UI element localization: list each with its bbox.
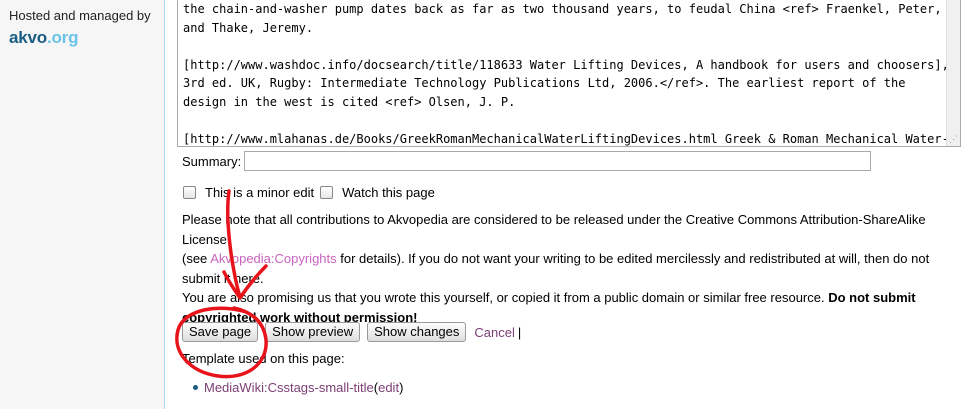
notice-promise: You are also promising us that you wrote… [182, 290, 829, 305]
logo-org: .org [46, 28, 79, 47]
edit-form: the chain-and-washer pump dates back as … [165, 0, 970, 409]
edit-close: ) [399, 380, 404, 395]
templates-heading: Template used on this page: [182, 351, 345, 366]
separator: | [517, 324, 522, 340]
summary-row: Summary: [182, 151, 872, 171]
watch-page-checkbox[interactable] [320, 186, 334, 199]
cancel-link[interactable]: Cancel [474, 325, 514, 340]
akvo-logo[interactable]: akvo.org [9, 28, 78, 48]
notice-line1: Please note that all contributions to Ak… [182, 212, 926, 247]
edit-buttons: Save page Show preview Show changes Canc… [182, 322, 521, 342]
edit-textarea-content[interactable]: the chain-and-washer pump dates back as … [178, 0, 960, 146]
textarea-scrollbar[interactable] [946, 0, 960, 146]
bullet-icon [193, 385, 198, 390]
template-edit-link[interactable]: edit [378, 380, 399, 395]
summary-label: Summary: [182, 153, 242, 169]
notice-see: (see [182, 251, 211, 266]
minor-edit-label[interactable]: This is a minor edit [205, 185, 314, 200]
template-link[interactable]: MediaWiki:Csstags-small-title [204, 380, 374, 395]
edit-textarea[interactable]: the chain-and-washer pump dates back as … [177, 0, 961, 147]
template-list-item: MediaWiki:Csstags-small-title (edit) [193, 380, 403, 395]
hosted-by-text: Hosted and managed by [9, 8, 151, 23]
sidebar: Hosted and managed by akvo.org [0, 0, 165, 409]
save-page-button[interactable]: Save page [182, 322, 259, 342]
show-preview-button[interactable]: Show preview [265, 322, 361, 342]
minor-edit-checkbox[interactable] [183, 186, 196, 199]
summary-input[interactable] [244, 151, 872, 171]
resize-grip-icon[interactable]: ⋰ [949, 135, 958, 144]
edit-options: This is a minor edit Watch this page [183, 185, 441, 200]
show-changes-button[interactable]: Show changes [367, 322, 467, 342]
logo-akvo: akvo [9, 28, 47, 47]
copyrights-link[interactable]: Akvopedia:Copyrights [210, 251, 336, 266]
watch-page-label[interactable]: Watch this page [342, 185, 435, 200]
copyright-notice: Please note that all contributions to Ak… [182, 210, 967, 327]
